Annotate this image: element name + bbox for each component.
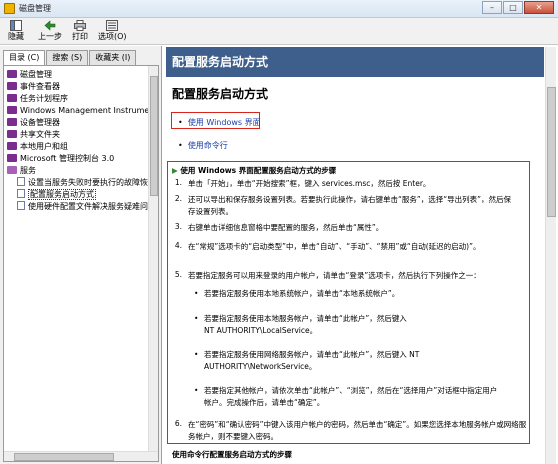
contents-tree: 磁盘管理 事件查看器 任务计划程序 Windows Management Ins… [3, 65, 159, 462]
minimize-button[interactable]: – [482, 1, 502, 14]
maximize-button[interactable]: □ [503, 1, 523, 14]
next-section-title[interactable]: 使用命令行配置服务启动方式的步骤 [172, 449, 292, 460]
content-vertical-scrollbar[interactable] [545, 47, 556, 464]
step-2: 还可以导出和保存服务设置列表。若要执行此操作，请右键单击“服务”，选择“导出列表… [188, 195, 512, 216]
step-5: 若要指定服务可以用来登录的用户帐户，请单击“登录”选项卡，然后执行下列操作之一： [188, 271, 481, 280]
open-book-icon [7, 166, 17, 174]
step-number: 2. [174, 194, 182, 203]
tree-vertical-scrollbar[interactable] [148, 66, 158, 451]
command-line-link[interactable]: 使用命令行 [188, 141, 228, 150]
title-bar: 磁盘管理 – □ ✕ [0, 0, 558, 18]
navigation-pane: 目录 (C) 搜索 (S) 收藏夹 (I) 磁盘管理 事件查看器 任务计划程序 … [0, 46, 162, 464]
tree-item[interactable]: 事件查看器 [7, 81, 60, 93]
print-button[interactable]: 打印 [72, 20, 88, 42]
disk-management-app-icon [4, 3, 15, 14]
print-label: 打印 [72, 32, 88, 41]
tree-item[interactable]: 本地用户和组 [7, 141, 68, 153]
book-icon [7, 130, 17, 138]
sub-bullet: • [194, 289, 199, 298]
step-3: 右键单击详细信息窗格中要配置的服务，然后单击“属性”。 [188, 223, 384, 232]
tree-item[interactable]: 设备管理器 [7, 117, 60, 129]
step-6: 在“密码”和“确认密码”中键入该用户帐户的密码，然后单击“确定”。如果您选择本地… [188, 420, 527, 441]
tree-item[interactable]: Windows Management Instrumen [7, 105, 150, 117]
help-content-pane: 配置服务启动方式 配置服务启动方式 • 使用 Windows 界面 • 使用命令… [164, 46, 558, 464]
close-button[interactable]: ✕ [524, 1, 554, 14]
tree-item[interactable]: 共享文件夹 [7, 129, 60, 141]
tree-item[interactable]: 磁盘管理 [7, 69, 52, 81]
options-label: 选项(O) [98, 32, 127, 41]
tree-item[interactable]: Microsoft 管理控制台 3.0 [7, 153, 114, 165]
page-icon [17, 201, 25, 210]
back-button[interactable]: 上一步 [38, 20, 62, 42]
tab-search[interactable]: 搜索 (S) [46, 50, 89, 65]
page-title: 配置服务启动方式 [172, 87, 269, 101]
hide-pane-icon [10, 20, 22, 31]
sub-bullet: • [194, 314, 199, 323]
expand-arrow-icon: ▶ [172, 166, 178, 175]
step-number: 6. [174, 419, 182, 428]
tree-item[interactable]: 使用硬件配置文件解决服务疑难问 [17, 201, 148, 213]
tree-item[interactable]: 设置当服务失败时要执行的故障恢 [17, 177, 148, 189]
hide-label: 隐藏 [8, 32, 24, 41]
sub-item: 若要指定其他帐户，请依次单击“此帐户”、“浏览”，然后在“选择用户”对话框中指定… [204, 386, 498, 407]
step-number: 4. [174, 241, 182, 250]
sub-bullet: • [194, 386, 199, 395]
sub-bullet: • [194, 350, 199, 359]
back-label: 上一步 [38, 32, 62, 41]
tree-item[interactable]: 任务计划程序 [7, 93, 68, 105]
tab-favorites[interactable]: 收藏夹 (I) [89, 50, 137, 65]
printer-icon [74, 20, 86, 31]
page-icon [17, 177, 25, 186]
tree-item-selected[interactable]: 配置服务启动方式 [17, 189, 96, 201]
window-title: 磁盘管理 [19, 4, 51, 13]
windows-ui-link[interactable]: 使用 Windows 界面 [188, 118, 261, 127]
book-icon [7, 142, 17, 150]
step-1: 单击「开始」，单击“开始搜索”框，键入 services.msc，然后按 Ent… [188, 179, 431, 188]
sub-item: 若要指定服务使用网络服务帐户，请单击“此帐户”，然后键入 NT AUTHORIT… [204, 350, 420, 371]
hide-button[interactable]: 隐藏 [8, 20, 24, 42]
sub-item: 若要指定服务使用本地服务帐户，请单击“此帐户”，然后键入 NT AUTHORIT… [204, 314, 407, 335]
list-item: • 使用 Windows 界面 [178, 118, 261, 127]
sub-item: 若要指定服务使用本地系统帐户，请单击“本地系统帐户”。 [204, 289, 400, 298]
book-icon [7, 82, 17, 90]
topic-header: 配置服务启动方式 [166, 47, 544, 77]
options-icon [106, 20, 119, 31]
tree-horizontal-scrollbar[interactable] [4, 451, 158, 461]
toolbar: 隐藏 上一步 打印 选项(O) [0, 18, 558, 45]
options-button[interactable]: 选项(O) [98, 20, 127, 42]
step-number: 1. [174, 178, 182, 187]
tab-contents[interactable]: 目录 (C) [3, 50, 46, 66]
back-arrow-icon [44, 20, 56, 31]
book-icon [7, 106, 17, 114]
tree-item[interactable]: 服务 [7, 165, 36, 177]
list-item: • 使用命令行 [178, 141, 228, 150]
book-icon [7, 118, 17, 126]
page-icon [17, 189, 25, 198]
section-title[interactable]: ▶ 使用 Windows 界面配置服务启动方式的步骤 [172, 165, 336, 176]
book-icon [7, 70, 17, 78]
step-4: 在“常规”选项卡的“启动类型”中，单击“自动”、“手动”、“禁用”或“自动(延迟… [188, 242, 481, 251]
book-icon [7, 94, 17, 102]
step-number: 5. [174, 270, 182, 279]
topic-body: 配置服务启动方式 • 使用 Windows 界面 • 使用命令行 ▶ 使用 Wi… [166, 77, 544, 464]
book-icon [7, 154, 17, 162]
step-number: 3. [174, 222, 182, 231]
